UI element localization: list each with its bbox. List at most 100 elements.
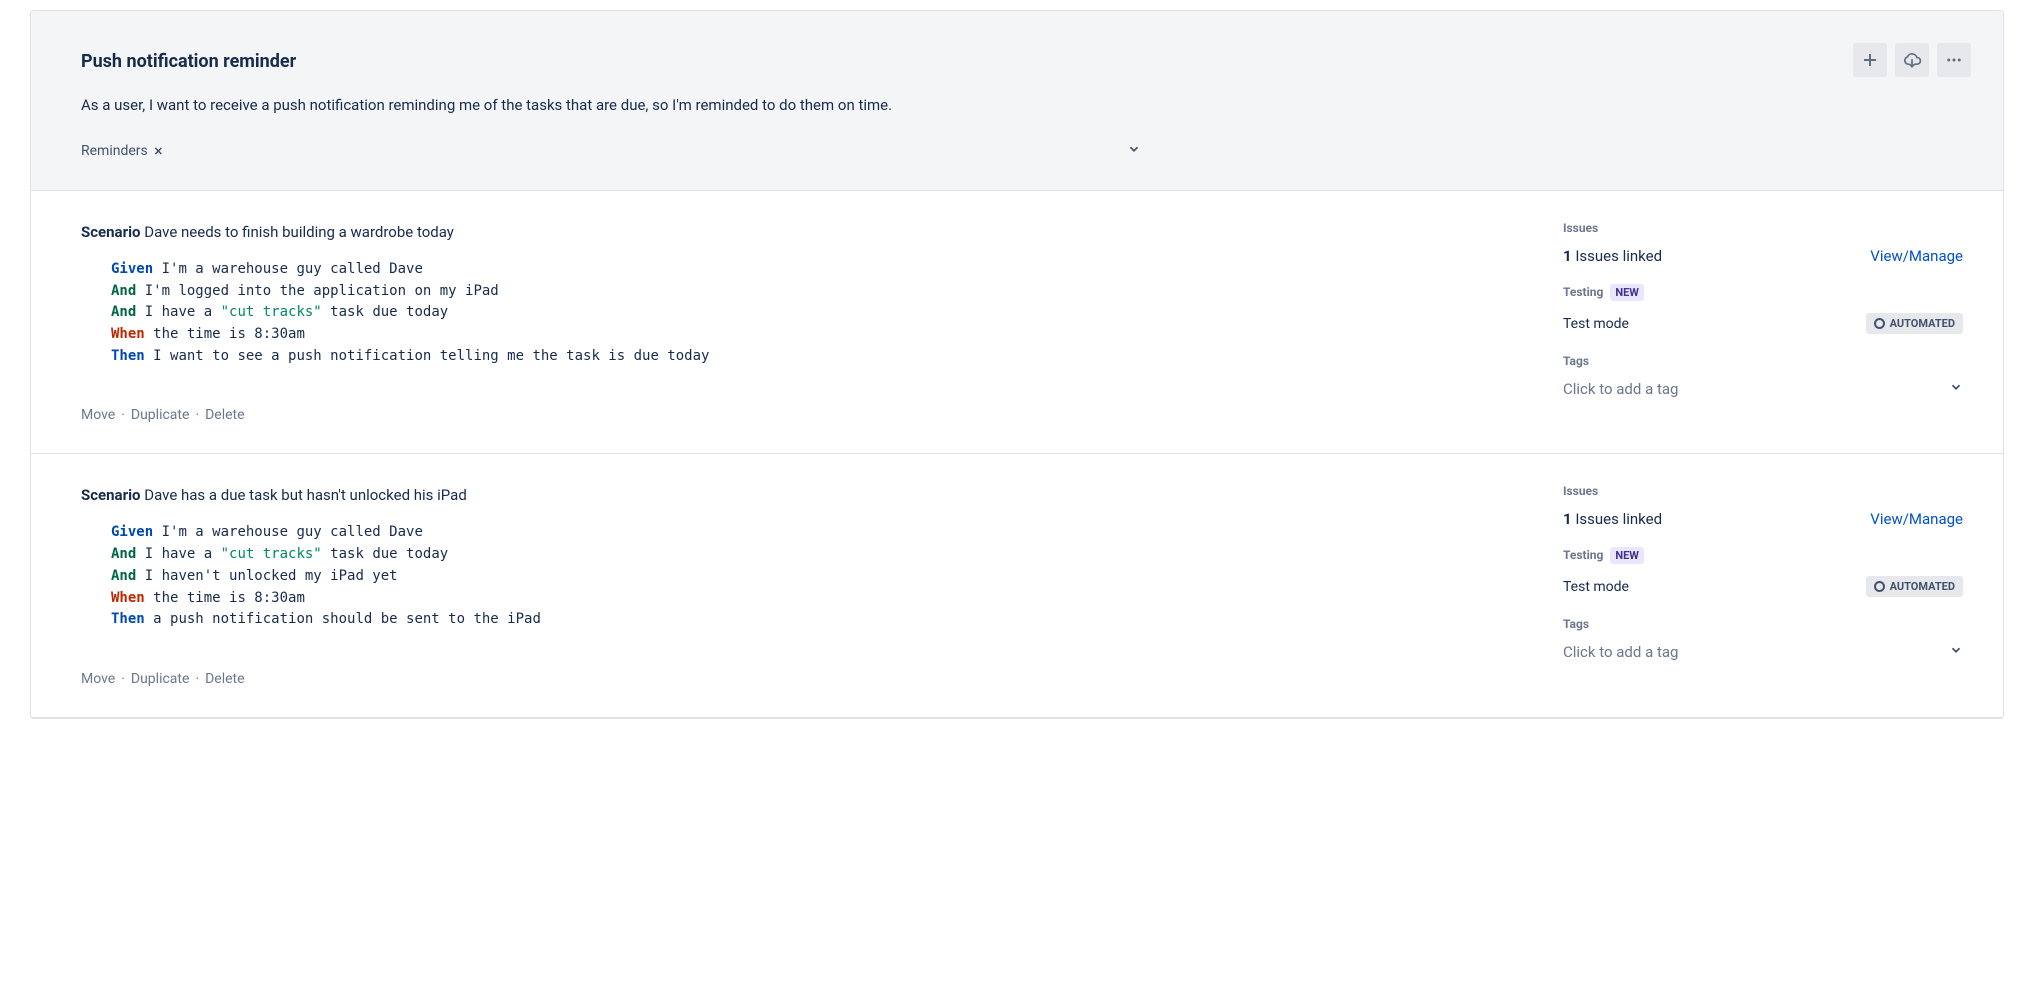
plus-icon	[1862, 52, 1878, 68]
gherkin-text: a push notification should be sent to th…	[153, 611, 541, 627]
testing-heading: Testing NEW	[1563, 548, 1963, 562]
scenario-actions: Move·Duplicate·Delete	[81, 631, 1513, 687]
gherkin-keyword: Then	[111, 348, 145, 364]
tag-label: Reminders	[81, 143, 148, 159]
gherkin-text: the time is 8:30am	[153, 326, 305, 342]
tags-row: Click to add a tag	[1563, 380, 1963, 398]
header-actions	[1853, 43, 1971, 77]
scenario-title: Scenario Dave needs to finish building a…	[81, 223, 1513, 241]
gherkin-text: I have a "cut tracks" task due today	[145, 304, 448, 320]
scenario-block: Scenario Dave needs to finish building a…	[31, 191, 2003, 454]
scenario-actions: Move·Duplicate·Delete	[81, 367, 1513, 423]
automated-badge[interactable]: AUTOMATED	[1866, 576, 1963, 597]
tags-dropdown[interactable]	[1949, 380, 1963, 398]
add-tag-input[interactable]: Click to add a tag	[1563, 643, 1678, 661]
issues-row: 1 Issues linked View/Manage	[1563, 510, 1963, 528]
gherkin-block: Given I'm a warehouse guy called DaveAnd…	[111, 259, 1513, 367]
issues-linked-text: 1 Issues linked	[1563, 247, 1662, 265]
chevron-down-icon	[1127, 142, 1141, 156]
gherkin-keyword: And	[111, 546, 136, 562]
testmode-row: Test mode AUTOMATED	[1563, 313, 1963, 334]
gherkin-step: Given I'm a warehouse guy called Dave	[111, 522, 1513, 544]
scenario-block: Scenario Dave has a due task but hasn't …	[31, 454, 2003, 717]
gherkin-keyword: Given	[111, 261, 153, 277]
feature-description: As a user, I want to receive a push noti…	[81, 96, 1953, 114]
gherkin-step: And I haven't unlocked my iPad yet	[111, 566, 1513, 588]
scenario-label: Scenario	[81, 223, 141, 241]
cloud-download-icon	[1902, 50, 1922, 70]
testing-heading: Testing NEW	[1563, 285, 1963, 299]
testmode-label: Test mode	[1563, 316, 1629, 332]
scenario-content: Scenario Dave needs to finish building a…	[31, 191, 1563, 453]
add-tag-input[interactable]: Click to add a tag	[1563, 380, 1678, 398]
issues-heading: Issues	[1563, 221, 1963, 235]
gherkin-keyword: Given	[111, 524, 153, 540]
duplicate-button[interactable]: Duplicate	[131, 671, 190, 687]
tag-dropdown[interactable]	[1127, 142, 1141, 160]
delete-button[interactable]: Delete	[205, 671, 244, 687]
feature-title: Push notification reminder	[81, 51, 1953, 72]
scenario-sidebar: Issues 1 Issues linked View/Manage Testi…	[1563, 191, 2003, 453]
gherkin-keyword: And	[111, 283, 136, 299]
gherkin-text: the time is 8:30am	[153, 590, 305, 606]
more-button[interactable]	[1937, 43, 1971, 77]
issues-heading: Issues	[1563, 484, 1963, 498]
tag-chip-reminders[interactable]: Reminders ✕	[81, 143, 163, 159]
gherkin-text: I'm logged into the application on my iP…	[145, 283, 499, 299]
tags-heading: Tags	[1563, 354, 1963, 368]
scenario-label: Scenario	[81, 486, 141, 504]
gherkin-step: Then I want to see a push notification t…	[111, 346, 1513, 368]
gherkin-step: And I'm logged into the application on m…	[111, 281, 1513, 303]
testmode-label: Test mode	[1563, 579, 1629, 595]
gherkin-string: "cut tracks"	[221, 546, 322, 562]
issues-row: 1 Issues linked View/Manage	[1563, 247, 1963, 265]
move-button[interactable]: Move	[81, 671, 115, 687]
tags-row: Click to add a tag	[1563, 643, 1963, 661]
view-manage-link[interactable]: View/Manage	[1870, 510, 1963, 528]
gherkin-step: And I have a "cut tracks" task due today	[111, 302, 1513, 324]
gherkin-text: I'm a warehouse guy called Dave	[162, 524, 423, 540]
tag-row: Reminders ✕	[81, 142, 1141, 160]
gherkin-keyword: Then	[111, 611, 145, 627]
chevron-down-icon	[1949, 643, 1963, 657]
gherkin-text: I haven't unlocked my iPad yet	[145, 568, 398, 584]
close-icon[interactable]: ✕	[154, 145, 163, 158]
gherkin-step: When the time is 8:30am	[111, 324, 1513, 346]
gherkin-text: I have a "cut tracks" task due today	[145, 546, 448, 562]
gherkin-step: When the time is 8:30am	[111, 588, 1513, 610]
scenario-title: Scenario Dave has a due task but hasn't …	[81, 486, 1513, 504]
gherkin-string: "cut tracks"	[221, 304, 322, 320]
chevron-down-icon	[1949, 380, 1963, 394]
feature-header: Push notification reminder As a user, I …	[31, 11, 2003, 191]
gherkin-keyword: When	[111, 326, 145, 342]
scenario-text: Dave needs to finish building a wardrobe…	[144, 223, 454, 241]
delete-button[interactable]: Delete	[205, 407, 244, 423]
download-button[interactable]	[1895, 43, 1929, 77]
scenario-content: Scenario Dave has a due task but hasn't …	[31, 454, 1563, 716]
automated-badge[interactable]: AUTOMATED	[1866, 313, 1963, 334]
tags-heading: Tags	[1563, 617, 1963, 631]
gherkin-step: Given I'm a warehouse guy called Dave	[111, 259, 1513, 281]
duplicate-button[interactable]: Duplicate	[131, 407, 190, 423]
add-button[interactable]	[1853, 43, 1887, 77]
scenario-sidebar: Issues 1 Issues linked View/Manage Testi…	[1563, 454, 2003, 716]
feature-card: Push notification reminder As a user, I …	[30, 10, 2004, 719]
testmode-row: Test mode AUTOMATED	[1563, 576, 1963, 597]
gherkin-text: I want to see a push notification tellin…	[153, 348, 709, 364]
gherkin-text: I'm a warehouse guy called Dave	[162, 261, 423, 277]
gherkin-keyword: When	[111, 590, 145, 606]
gherkin-block: Given I'm a warehouse guy called DaveAnd…	[111, 522, 1513, 630]
gherkin-step: And I have a "cut tracks" task due today	[111, 544, 1513, 566]
new-badge: NEW	[1610, 547, 1644, 564]
gherkin-step: Then a push notification should be sent …	[111, 609, 1513, 631]
issues-linked-text: 1 Issues linked	[1563, 510, 1662, 528]
scenario-text: Dave has a due task but hasn't unlocked …	[144, 486, 467, 504]
tags-dropdown[interactable]	[1949, 643, 1963, 661]
circle-icon	[1874, 581, 1885, 592]
more-horizontal-icon	[1945, 51, 1963, 69]
gherkin-keyword: And	[111, 568, 136, 584]
gherkin-keyword: And	[111, 304, 136, 320]
move-button[interactable]: Move	[81, 407, 115, 423]
new-badge: NEW	[1610, 284, 1644, 301]
view-manage-link[interactable]: View/Manage	[1870, 247, 1963, 265]
